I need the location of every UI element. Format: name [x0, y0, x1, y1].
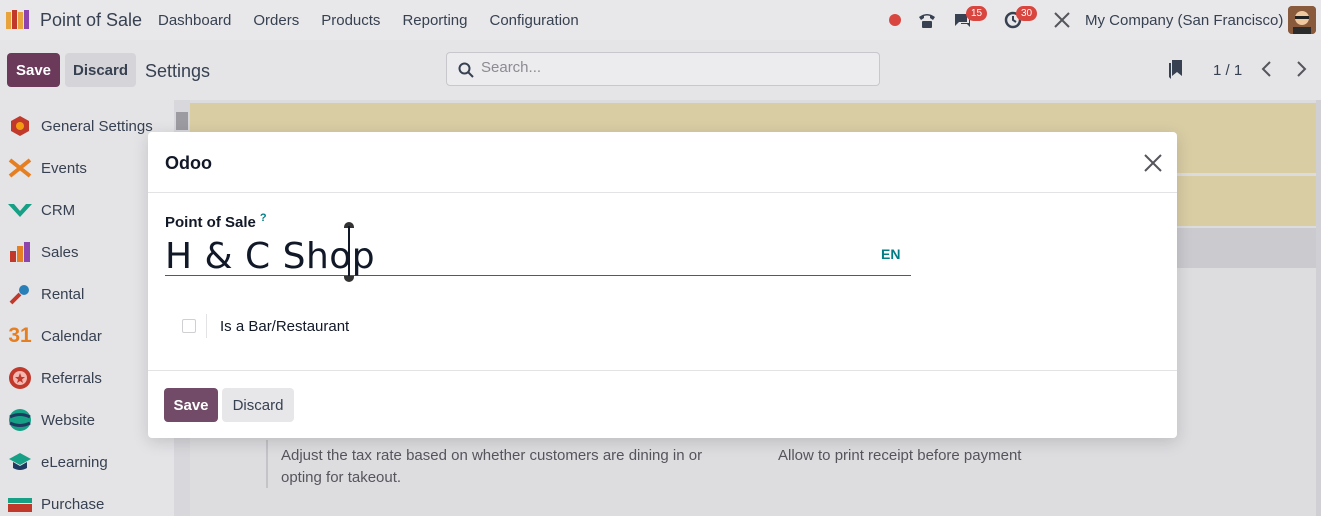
- create-pos-dialog: Odoo Point of Sale? H & C Shop EN Is a B…: [148, 132, 1177, 438]
- pos-name-input[interactable]: H & C Shop: [165, 222, 911, 282]
- sidebar-item-elearning[interactable]: eLearning: [0, 444, 174, 480]
- pager-value[interactable]: 1 / 1: [1213, 62, 1242, 79]
- search-input[interactable]: [481, 59, 861, 76]
- phone-icon[interactable]: [916, 0, 938, 40]
- elearning-cap-icon: [7, 449, 33, 475]
- menu-orders[interactable]: Orders: [253, 12, 299, 29]
- breadcrumb: Settings: [145, 61, 211, 81]
- dialog-title: Odoo: [165, 153, 212, 173]
- sidebar-item-purchase[interactable]: Purchase: [0, 486, 174, 516]
- company-switcher[interactable]: My Company (San Francisco): [1085, 12, 1283, 29]
- recording-dot-icon[interactable]: [886, 0, 904, 40]
- text-cursor: [348, 226, 350, 276]
- messages-badge: 15: [966, 6, 988, 21]
- main-scrollbar[interactable]: [1316, 100, 1321, 516]
- is-bar-restaurant-label[interactable]: Is a Bar/Restaurant: [220, 318, 349, 335]
- dialog-header: Odoo: [148, 132, 1177, 193]
- control-panel: Save Discard Settings 1 / 1: [0, 40, 1321, 100]
- chevron-right-icon[interactable]: [1294, 60, 1308, 83]
- discard-button[interactable]: Discard: [65, 53, 136, 87]
- dialog-footer: Save Discard: [148, 370, 1177, 438]
- website-globe-icon: [7, 407, 33, 433]
- calendar-icon: 31: [8, 324, 32, 347]
- save-button[interactable]: Save: [7, 53, 60, 87]
- pos-logo-icon[interactable]: [5, 9, 31, 31]
- sidebar-scroll-thumb[interactable]: [176, 112, 188, 130]
- dialog-discard-button[interactable]: Discard: [222, 388, 294, 422]
- crm-icon: [7, 197, 33, 223]
- is-bar-restaurant-checkbox[interactable]: [182, 319, 196, 333]
- search-box[interactable]: [446, 52, 880, 86]
- checkbox-divider: [206, 314, 207, 338]
- app-name[interactable]: Point of Sale: [40, 10, 142, 31]
- menu-configuration[interactable]: Configuration: [489, 12, 578, 29]
- activities-badge: 30: [1016, 6, 1038, 21]
- settings-hexagon-icon: [7, 113, 33, 139]
- setting-divider: [266, 440, 268, 488]
- text-cursor-handle-bottom[interactable]: [344, 276, 354, 282]
- purchase-icon: [7, 491, 33, 516]
- setting-description-receipt: Allow to print receipt before payment: [778, 447, 1022, 464]
- chevron-left-icon[interactable]: [1260, 60, 1274, 83]
- events-icon: [7, 155, 33, 181]
- menu-reporting[interactable]: Reporting: [402, 12, 467, 29]
- search-icon: [458, 62, 474, 83]
- top-navbar: Point of Sale Dashboard Orders Products …: [0, 0, 1321, 40]
- debug-tools-icon[interactable]: [1052, 0, 1072, 40]
- sales-chart-icon: [7, 239, 33, 265]
- menu-dashboard[interactable]: Dashboard: [158, 12, 231, 29]
- rental-key-icon: [7, 281, 33, 307]
- close-icon[interactable]: [1142, 152, 1164, 174]
- bookmark-icon[interactable]: [1168, 60, 1184, 85]
- referrals-icon: [7, 365, 33, 391]
- dialog-save-button[interactable]: Save: [164, 388, 218, 422]
- pos-name-label: Point of Sale?: [165, 212, 267, 231]
- user-avatar[interactable]: [1288, 6, 1316, 34]
- translation-language-button[interactable]: EN: [881, 246, 900, 262]
- main-menu: Dashboard Orders Products Reporting Conf…: [158, 12, 601, 29]
- menu-products[interactable]: Products: [321, 12, 380, 29]
- pos-name-value[interactable]: H & C Shop: [165, 236, 375, 277]
- help-tooltip-icon[interactable]: ?: [260, 212, 267, 224]
- setting-description-takeout: Adjust the tax rate based on whether cus…: [281, 447, 703, 486]
